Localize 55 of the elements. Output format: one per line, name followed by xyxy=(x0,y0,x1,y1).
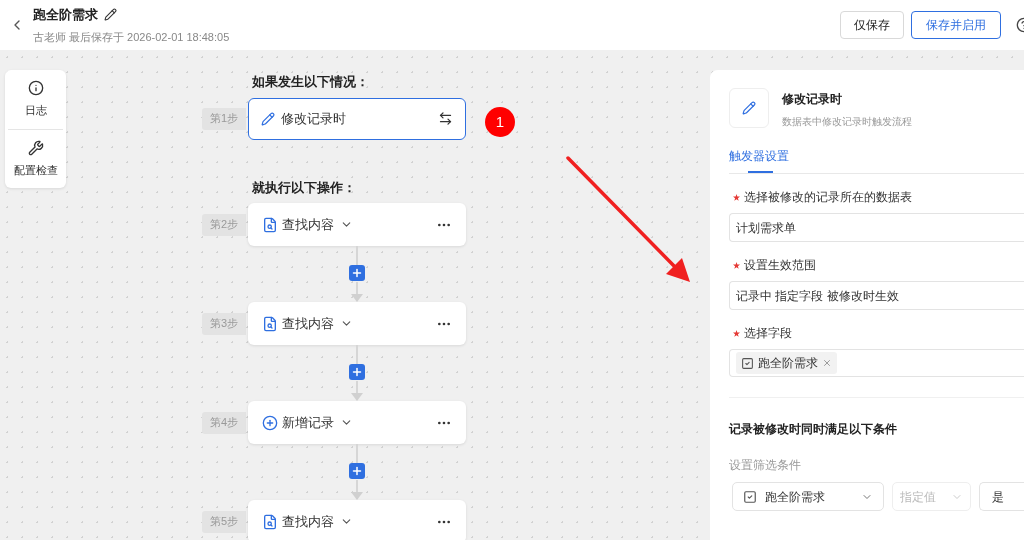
save-enable-button[interactable]: 保存并启用 xyxy=(911,11,1001,39)
action-card[interactable]: 查找内容 xyxy=(248,302,466,345)
pencil-icon xyxy=(742,101,756,115)
trigger-label: 修改记录时 xyxy=(281,109,346,128)
last-saved-text: 古老师 最后保存于 2026-02-01 18:48:05 xyxy=(33,29,230,45)
action-card[interactable]: 查找内容 xyxy=(248,500,466,540)
field-label: 选择字段 xyxy=(744,325,792,342)
field-select-value: 跑全阶需求 xyxy=(765,488,825,506)
field-label: 选择被修改的记录所在的数据表 xyxy=(744,189,912,206)
save-button[interactable]: 仅保存 xyxy=(840,11,904,39)
filter-label: 设置筛选条件 xyxy=(729,457,802,474)
action-card[interactable]: 新增记录 xyxy=(248,401,466,444)
step-number-badge: 1 xyxy=(485,107,515,137)
action-label: 查找内容 xyxy=(282,512,334,531)
action-card[interactable]: 查找内容 xyxy=(248,203,466,246)
pencil-icon xyxy=(261,111,275,126)
tag-label: 跑全阶需求 xyxy=(758,355,818,372)
action-label: 查找内容 xyxy=(282,215,334,234)
step-label: 第1步 xyxy=(202,107,246,130)
select-field[interactable]: 记录中 指定字段 被修改时生效 xyxy=(729,281,1024,310)
info-icon xyxy=(27,80,44,96)
select-field[interactable]: 计划需求单 xyxy=(729,213,1024,242)
action-label: 新增记录 xyxy=(282,413,334,432)
trigger-heading: 如果发生以下情况： xyxy=(252,73,370,91)
toolbar-item[interactable]: 日志 xyxy=(24,70,47,129)
panel-title: 修改记录时 xyxy=(782,91,843,108)
pencil-icon[interactable] xyxy=(104,8,117,22)
checkbox-icon xyxy=(741,356,754,370)
toolbar-item[interactable]: 配置检查 xyxy=(13,129,58,188)
operator-value: 指定值 xyxy=(900,488,936,506)
add-step-button[interactable] xyxy=(349,463,365,479)
value-select[interactable]: 是 xyxy=(979,482,1024,511)
checkbox-icon xyxy=(743,489,757,504)
switch-icon[interactable] xyxy=(438,111,453,126)
field-label: 设置生效范围 xyxy=(744,257,816,274)
wrench-icon xyxy=(27,139,44,156)
step-label: 第3步 xyxy=(202,312,246,335)
step-label: 第4步 xyxy=(202,411,246,434)
tab[interactable]: 触发器设置 xyxy=(729,147,789,173)
document-search-icon xyxy=(262,216,278,233)
panel-description: 数据表中修改记录时触发流程 xyxy=(782,115,912,129)
tag-select-field[interactable]: 跑全阶需求 xyxy=(729,349,1024,377)
add-step-button[interactable] xyxy=(349,265,365,281)
actions-heading: 就执行以下操作： xyxy=(252,178,357,197)
document-search-icon xyxy=(262,315,278,332)
plus-circle-icon xyxy=(262,414,278,431)
add-step-button[interactable] xyxy=(349,364,365,380)
field-select[interactable]: 跑全阶需求 xyxy=(732,482,884,511)
section-title: 记录被修改时同时满足以下条件 xyxy=(729,421,898,438)
page-title: 跑全阶需求 xyxy=(33,6,98,24)
step-label: 第2步 xyxy=(202,213,246,236)
step-label: 第5步 xyxy=(202,510,246,533)
action-label: 查找内容 xyxy=(282,314,334,333)
document-search-icon xyxy=(262,513,278,530)
trigger-card[interactable]: 修改记录时 xyxy=(248,97,466,140)
